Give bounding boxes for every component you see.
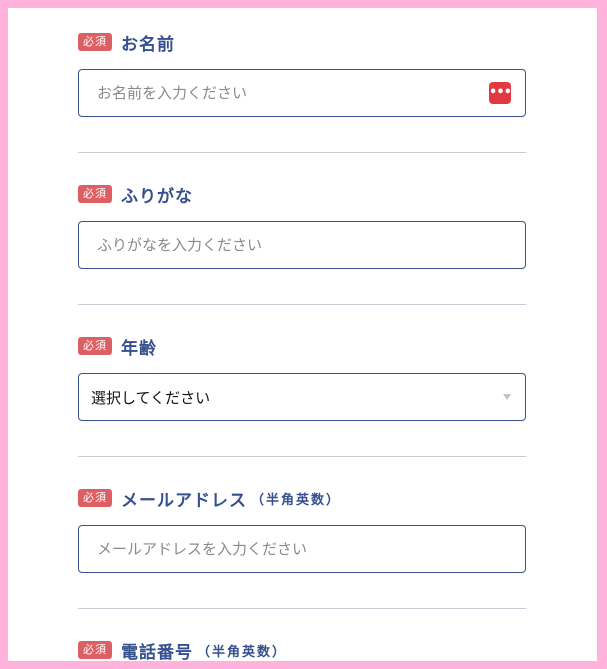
phone-label-row: 必須 電話番号 （半角英数） [78,639,526,661]
name-label: お名前 [121,34,175,55]
password-manager-icon[interactable]: ••• [489,82,512,104]
age-label: 年齢 [121,338,157,359]
age-select[interactable]: 選択してください [78,373,526,421]
name-input[interactable] [95,83,481,103]
required-badge: 必須 [78,185,112,203]
furigana-field-group: 必須 ふりがな [78,183,526,269]
form-panel: 必須 お名前 ••• 必須 ふりがな 必須 年齢 選択してください [8,8,597,661]
email-label-row: 必須 メールアドレス （半角英数） [78,487,526,511]
furigana-label-row: 必須 ふりがな [78,183,526,207]
email-label-note: （半角英数） [251,492,342,508]
furigana-label: ふりがな [121,186,193,207]
age-label-row: 必須 年齢 [78,335,526,359]
required-badge: 必須 [78,33,112,51]
chevron-down-icon [503,394,511,400]
furigana-input[interactable] [95,235,511,255]
furigana-input-box[interactable] [78,221,526,269]
divider [78,456,526,457]
required-badge: 必須 [78,337,112,355]
phone-label-note: （半角英数） [197,644,288,660]
age-select-value: 選択してください [91,388,211,407]
email-field-group: 必須 メールアドレス （半角英数） [78,487,526,573]
required-badge: 必須 [78,641,112,659]
name-field-group: 必須 お名前 ••• [78,31,526,117]
phone-field-group: 必須 電話番号 （半角英数） [78,639,526,661]
divider [78,304,526,305]
age-field-group: 必須 年齢 選択してください [78,335,526,421]
required-badge: 必須 [78,489,112,507]
phone-label: 電話番号 [121,642,193,662]
name-input-box[interactable]: ••• [78,69,526,117]
name-label-row: 必須 お名前 [78,31,526,55]
email-input[interactable] [95,539,511,559]
divider [78,152,526,153]
divider [78,608,526,609]
email-input-box[interactable] [78,525,526,573]
email-label: メールアドレス [121,490,247,511]
